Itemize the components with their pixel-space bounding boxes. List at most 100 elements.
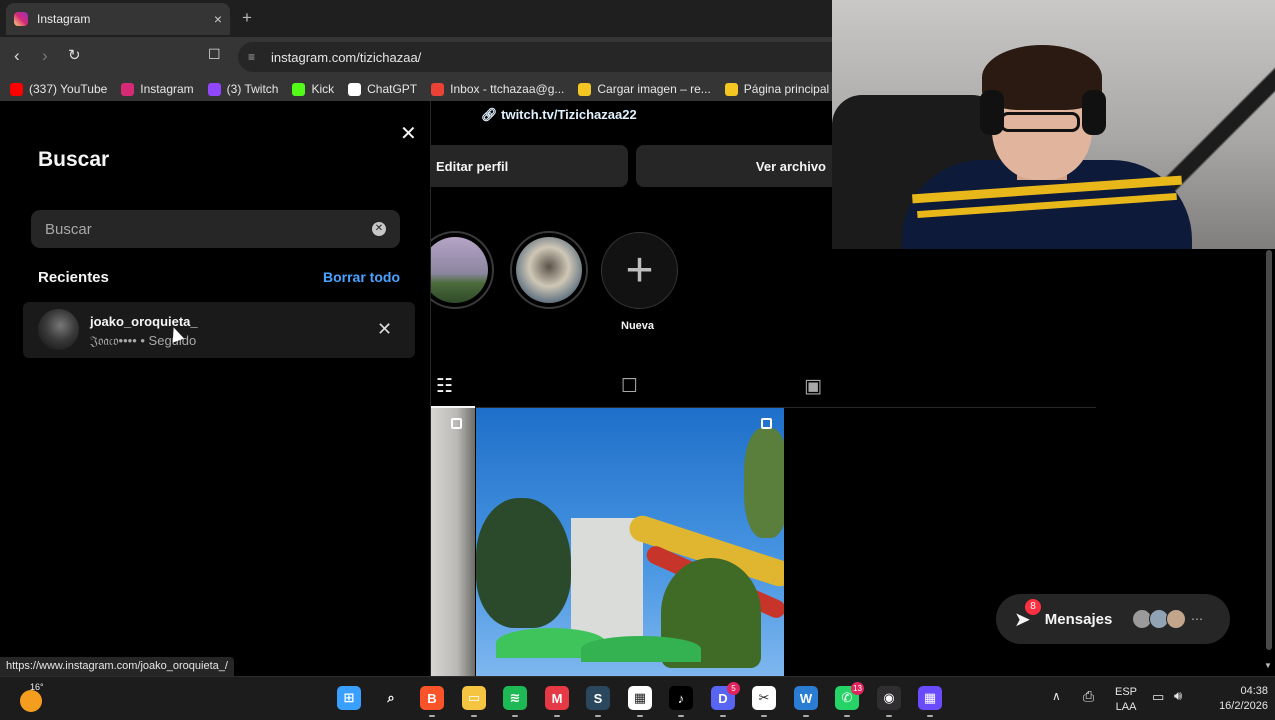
bookmark-label: ChatGPT bbox=[367, 82, 418, 96]
bookmark-label: Página principal bbox=[743, 82, 830, 96]
ms-store-icon[interactable]: ▦ bbox=[628, 686, 652, 710]
posts-grid-icon[interactable]: ☷ bbox=[436, 375, 453, 398]
page-scrollbar[interactable] bbox=[1266, 250, 1272, 650]
tiktok-icon[interactable]: ♪ bbox=[669, 686, 693, 710]
saved-bookmark-icon[interactable]: ☐ bbox=[621, 375, 638, 398]
bookmark-item[interactable]: Cargar imagen – re... bbox=[578, 82, 711, 96]
address-url: instagram.com/tizichazaa/ bbox=[271, 49, 422, 65]
file-explorer-icon[interactable]: ▭ bbox=[462, 686, 486, 710]
volume-icon[interactable]: 🔊︎ bbox=[1174, 688, 1182, 704]
running-indicator bbox=[844, 715, 850, 717]
taskbar-badge: 5 bbox=[727, 682, 740, 695]
brave-icon[interactable]: B bbox=[420, 686, 444, 710]
running-indicator bbox=[761, 715, 767, 717]
weather-widget[interactable]: 16° bbox=[18, 682, 44, 712]
word-icon[interactable]: W bbox=[794, 686, 818, 710]
running-indicator bbox=[637, 715, 643, 717]
clock-date: 16/2/2026 bbox=[1219, 700, 1268, 712]
bookmark-icon[interactable]: ☐ bbox=[208, 46, 221, 63]
taskbar: 16° ∧ ⎙ ESP LAA ▭ 🔊︎ 04:38 16/2/2026 ⊞ ⌕ B… bbox=[0, 676, 1275, 720]
browser-tab-instagram[interactable]: Instagram × bbox=[6, 3, 230, 35]
keyboard-layout: LAA bbox=[1115, 701, 1137, 713]
search-input[interactable] bbox=[45, 220, 355, 238]
clock-time: 04:38 bbox=[1240, 685, 1268, 697]
bookmark-label: Cargar imagen – re... bbox=[597, 82, 711, 96]
bookmark-item[interactable]: ChatGPT bbox=[348, 82, 417, 96]
capcut-icon[interactable]: ✂ bbox=[752, 686, 776, 710]
running-indicator bbox=[886, 715, 892, 717]
bookmark-item[interactable]: (3) Twitch bbox=[207, 82, 278, 96]
bookmark-item[interactable]: Inbox - ttchazaa@g... bbox=[431, 82, 564, 96]
running-indicator bbox=[595, 715, 601, 717]
bookmark-label: Kick bbox=[311, 82, 335, 96]
clear-all-button[interactable]: Borrar todo bbox=[323, 269, 400, 285]
tab-close-icon[interactable]: × bbox=[214, 11, 222, 27]
obs-icon[interactable]: ◉ bbox=[877, 686, 901, 710]
highlight-cover-image bbox=[422, 237, 488, 303]
app-grid-icon[interactable]: ▦ bbox=[918, 686, 942, 710]
carousel-icon bbox=[761, 418, 772, 429]
instagram-favicon-icon bbox=[14, 12, 28, 26]
carousel-icon bbox=[451, 418, 462, 429]
avatar bbox=[1166, 609, 1186, 629]
avatar bbox=[38, 309, 79, 350]
bookmark-item[interactable]: Instagram bbox=[121, 82, 194, 96]
microphone-icon[interactable]: ⎙ bbox=[1083, 688, 1094, 705]
remove-recent-icon[interactable]: ✕ bbox=[377, 319, 392, 340]
running-indicator bbox=[429, 715, 435, 717]
scroll-down-icon[interactable]: ▼ bbox=[1264, 661, 1272, 670]
running-indicator bbox=[927, 715, 933, 717]
bookmark-favicon-icon bbox=[292, 82, 306, 96]
running-indicator bbox=[554, 715, 560, 717]
medal-icon[interactable]: M bbox=[545, 686, 569, 710]
bookmark-item[interactable]: Kick bbox=[292, 82, 334, 96]
clear-search-icon[interactable]: ✕ bbox=[372, 222, 386, 236]
edit-profile-button[interactable]: Editar perfil bbox=[431, 145, 628, 187]
weather-moon-icon bbox=[20, 690, 42, 712]
running-indicator bbox=[471, 715, 477, 717]
new-highlight-button[interactable]: + bbox=[601, 232, 678, 309]
profile-link-text: twitch.tv/Tizichazaa22 bbox=[501, 107, 637, 122]
windows-start-icon[interactable]: ⊞ bbox=[337, 686, 361, 710]
post-thumbnail[interactable] bbox=[476, 408, 784, 676]
steam-icon[interactable]: S bbox=[586, 686, 610, 710]
recent-search-item[interactable]: joako_oroquieta_ 𝔍𝔬𝔞𝔠𝔬•••• • Seguido ✕ bbox=[23, 302, 415, 358]
post-thumbnail[interactable] bbox=[431, 408, 475, 676]
status-url: https://www.instagram.com/joako_oroquiet… bbox=[0, 657, 234, 676]
input-language[interactable]: ESP LAA bbox=[1115, 685, 1137, 715]
reload-icon[interactable]: ↻ bbox=[68, 46, 81, 64]
search-box: ✕ bbox=[31, 210, 400, 248]
forward-arrow-icon[interactable]: › bbox=[42, 46, 48, 66]
running-indicator bbox=[803, 715, 809, 717]
palm-tree-shape bbox=[744, 428, 784, 538]
tree-shape bbox=[476, 498, 571, 628]
bookmark-favicon-icon bbox=[724, 82, 738, 96]
chevron-up-icon[interactable]: ∧ bbox=[1052, 689, 1061, 703]
search-icon[interactable]: ⌕ bbox=[379, 686, 403, 710]
recent-username: joako_oroquieta_ bbox=[90, 314, 198, 329]
network-icon[interactable]: ▭ bbox=[1152, 689, 1164, 705]
bookmark-label: (337) YouTube bbox=[29, 82, 108, 96]
webcam-overlay bbox=[832, 0, 1275, 249]
bookmark-favicon-icon bbox=[348, 82, 362, 96]
back-arrow-icon[interactable]: ‹ bbox=[14, 46, 20, 66]
message-avatars: ⋯ bbox=[1132, 609, 1203, 629]
running-indicator bbox=[720, 715, 726, 717]
bookmark-favicon-icon bbox=[10, 82, 23, 96]
view-archive-button[interactable]: Ver archivo bbox=[636, 145, 832, 187]
story-highlight[interactable] bbox=[510, 231, 588, 309]
messages-button[interactable]: ➤ 8 Mensajes ⋯ bbox=[996, 594, 1230, 644]
clock[interactable]: 04:38 16/2/2026 bbox=[1198, 684, 1268, 714]
recent-title: Recientes bbox=[38, 269, 109, 286]
headphone-shape bbox=[1082, 90, 1106, 135]
new-tab-button[interactable]: + bbox=[242, 8, 252, 28]
spotify-icon[interactable]: ≋ bbox=[503, 686, 527, 710]
bookmark-item[interactable]: Página principal bbox=[724, 82, 830, 96]
bookmark-item[interactable]: (337) YouTube bbox=[10, 82, 107, 96]
site-settings-icon[interactable]: ≡ bbox=[248, 50, 255, 64]
bookmark-favicon-icon bbox=[431, 82, 445, 96]
tagged-photos-icon[interactable]: ▣ bbox=[804, 375, 822, 398]
profile-link[interactable]: 🔗︎ twitch.tv/Tizichazaa22 bbox=[481, 107, 637, 123]
close-icon[interactable]: ✕ bbox=[400, 121, 417, 146]
search-panel-title: Buscar bbox=[38, 148, 110, 171]
